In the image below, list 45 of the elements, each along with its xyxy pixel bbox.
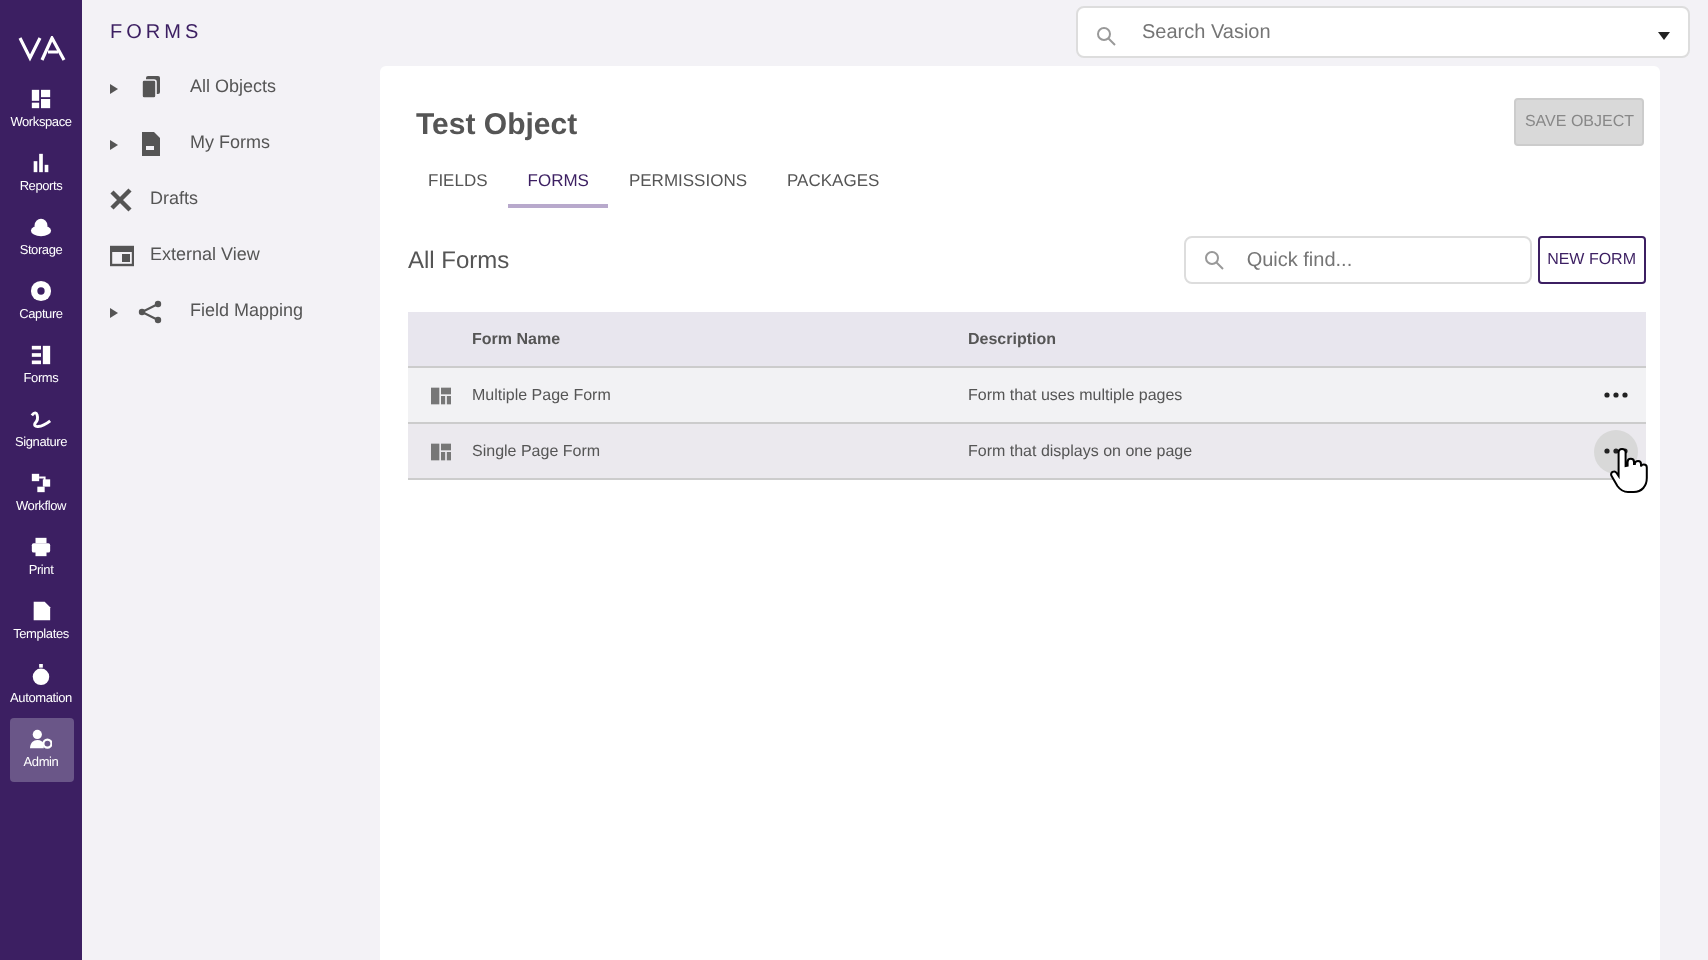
workflow-icon: [30, 471, 52, 494]
column-header: Description: [968, 329, 1057, 348]
sidebar-item[interactable]: External View: [110, 228, 260, 284]
sidebar-title: FORMS: [110, 20, 203, 48]
section-title: All Forms: [408, 244, 512, 279]
sidebar-item[interactable]: Field Mapping: [110, 284, 304, 340]
form-icon: [30, 343, 52, 366]
document-icon: [30, 599, 52, 622]
dashboard-icon: [30, 87, 52, 110]
share-icon: [138, 300, 162, 324]
table-row[interactable]: Multiple Page Form Form that uses multiple pages: [408, 368, 1646, 425]
form-layout-icon: [429, 385, 451, 406]
window-icon: [110, 244, 134, 268]
sidebar-item[interactable]: All Objects: [110, 60, 277, 116]
search-field[interactable]: Search Vasion: [1076, 6, 1690, 58]
dropdown-caret-icon: [1658, 32, 1670, 40]
form-layout-icon: [429, 441, 451, 462]
documents-icon: [138, 76, 162, 100]
column-header: Form Name: [472, 329, 561, 348]
printer-icon: [30, 535, 52, 558]
search-icon: [1204, 250, 1225, 271]
tab[interactable]: FORMS: [507, 167, 609, 209]
document-icon: [138, 132, 162, 156]
form-description: Form that displays on one page: [968, 441, 1193, 460]
quick-find-field[interactable]: Quick find...: [1184, 236, 1533, 285]
search-icon: [1096, 26, 1116, 46]
form-name: Single Page Form: [472, 441, 601, 460]
sidebar-item[interactable]: Drafts: [110, 172, 199, 228]
stopwatch-icon: [30, 663, 52, 686]
logo-icon: [17, 36, 65, 62]
tab[interactable]: PACKAGES: [767, 167, 900, 209]
cloud-icon: [30, 215, 52, 238]
aperture-icon: [30, 279, 52, 302]
form-description: Form that uses multiple pages: [968, 385, 1183, 404]
form-name: Multiple Page Form: [472, 385, 611, 404]
tab[interactable]: PERMISSIONS: [608, 167, 768, 209]
hand-cursor-icon: [1610, 445, 1650, 494]
user-gear-icon: [30, 727, 52, 750]
new-form-button[interactable]: NEW FORM: [1537, 236, 1646, 285]
sidebar-item[interactable]: My Forms: [110, 116, 270, 172]
tab[interactable]: FIELDS: [408, 167, 508, 209]
ellipsis-icon: [1604, 392, 1628, 399]
bar-chart-icon: [30, 151, 52, 174]
signature-icon: [30, 407, 52, 430]
page-title: Test Object: [416, 106, 578, 146]
